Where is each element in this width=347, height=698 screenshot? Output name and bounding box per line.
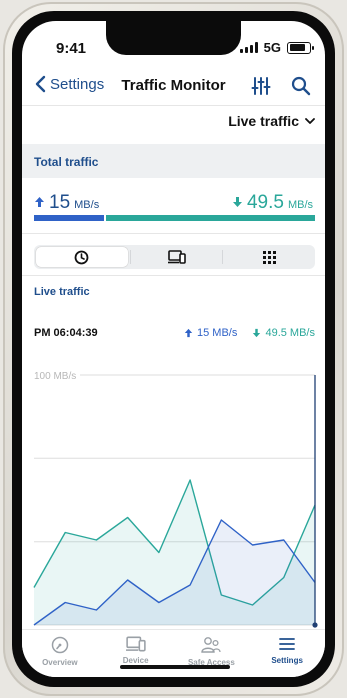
view-segmented-control xyxy=(34,245,315,269)
arrow-down-icon xyxy=(253,328,261,338)
tab-settings-label: Settings xyxy=(271,656,303,665)
cursor-upload-value: 15 MB/s xyxy=(197,327,238,339)
phone-frame: 9:41 5G Settings Traffic Monitor Live tr… xyxy=(3,2,344,696)
network-label: 5G xyxy=(263,40,281,55)
total-traffic-header: Total traffic xyxy=(22,144,325,178)
view-dropdown[interactable]: Live traffic xyxy=(228,113,315,129)
phone-bezel: 9:41 5G Settings Traffic Monitor Live tr… xyxy=(12,11,335,687)
chevron-down-icon xyxy=(305,118,315,124)
signal-icon xyxy=(239,42,258,53)
arrow-up-icon xyxy=(35,197,44,207)
view-dropdown-value: Live traffic xyxy=(228,113,299,129)
section-divider xyxy=(22,233,325,234)
download-value: 49.5 xyxy=(246,192,284,213)
cursor-time: PM 06:04:39 xyxy=(34,327,98,339)
segment-apps[interactable] xyxy=(223,245,315,269)
back-label: Settings xyxy=(50,75,105,93)
home-indicator xyxy=(120,665,230,669)
cursor-upload: 15 MB/s xyxy=(184,327,237,339)
devices-icon xyxy=(167,250,186,264)
segment-devices[interactable] xyxy=(131,245,223,269)
menu-icon xyxy=(279,638,296,650)
status-time: 9:41 xyxy=(56,40,87,57)
upload-value: 15 xyxy=(49,192,71,213)
app-screen: 9:41 5G Settings Traffic Monitor Live tr… xyxy=(22,21,325,677)
nav-divider xyxy=(22,105,325,106)
upload-ratio-fill xyxy=(34,215,105,221)
clock-icon xyxy=(74,250,89,264)
battery-icon xyxy=(287,41,314,54)
upload-unit: MB/s xyxy=(74,199,100,211)
live-traffic-title: Live traffic xyxy=(34,286,90,298)
grid-icon xyxy=(262,250,276,264)
users-icon xyxy=(201,637,222,653)
status-right: 5G xyxy=(239,40,314,55)
section-divider xyxy=(22,275,325,276)
navigation-bar: Settings Traffic Monitor xyxy=(22,65,325,105)
arrow-up-icon xyxy=(184,328,193,338)
total-upload: 15 MB/s xyxy=(34,192,99,214)
cursor-download: 49.5 MB/s xyxy=(252,327,315,339)
chevron-left-icon xyxy=(35,75,46,93)
search-icon[interactable] xyxy=(290,75,312,97)
arrow-down-icon xyxy=(232,197,242,207)
tab-bar: Overview Device Safe Access Settings xyxy=(22,629,325,677)
devices-icon xyxy=(125,636,146,652)
tab-safe-access[interactable]: Safe Access xyxy=(174,630,250,677)
download-ratio-fill xyxy=(106,215,315,221)
tab-overview[interactable]: Overview xyxy=(22,630,98,677)
chart-cursor-dot xyxy=(312,622,318,628)
gauge-icon xyxy=(51,636,69,654)
camera-notch xyxy=(106,21,241,55)
tab-device-label: Device xyxy=(122,656,149,665)
tab-overview-label: Overview xyxy=(42,658,78,667)
chart-y-max-label: 100 MB/s xyxy=(34,371,76,382)
tab-settings[interactable]: Settings xyxy=(249,630,325,677)
total-traffic-title: Total traffic xyxy=(34,155,99,169)
tab-device[interactable]: Device xyxy=(98,630,174,677)
segment-time[interactable] xyxy=(36,247,128,267)
traffic-ratio-bar xyxy=(34,215,315,221)
sliders-icon[interactable] xyxy=(250,75,272,97)
total-download: 49.5 MB/s xyxy=(232,192,313,214)
download-unit: MB/s xyxy=(287,199,313,211)
back-button[interactable]: Settings xyxy=(34,75,104,93)
live-traffic-chart[interactable]: 100 MB/s xyxy=(22,361,325,631)
cursor-download-value: 49.5 MB/s xyxy=(265,327,315,339)
